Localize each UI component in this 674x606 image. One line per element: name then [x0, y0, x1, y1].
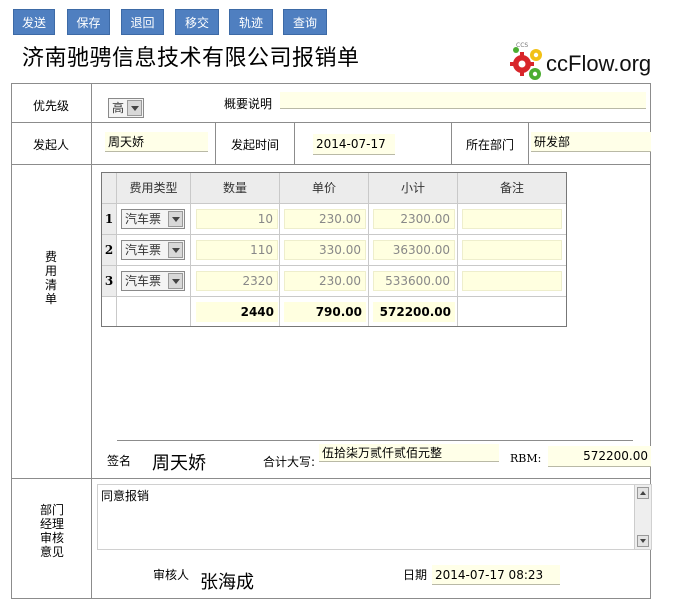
qty-input[interactable]: 110 [196, 240, 278, 260]
reviewer-label: 审核人 [153, 568, 190, 582]
chevron-down-icon [168, 211, 183, 227]
qty-input[interactable]: 10 [196, 209, 278, 229]
rbm-label: RBM: [510, 452, 542, 465]
reviewer-value: 张海成 [200, 572, 254, 593]
subtotal-input[interactable]: 533600.00 [373, 271, 455, 291]
header-corner [102, 173, 117, 204]
header-qty: 数量 [191, 173, 280, 204]
approval-label-line: 意见 [39, 545, 64, 559]
save-button[interactable]: 保存 [67, 9, 110, 35]
subtotal-input[interactable]: 36300.00 [373, 240, 455, 260]
price-input[interactable]: 230.00 [284, 271, 366, 291]
initiator-field[interactable]: 周天娇 [105, 132, 208, 152]
table-cell [458, 297, 566, 326]
row-number: 3 [102, 266, 117, 297]
note-input[interactable] [462, 240, 562, 260]
logo-text: ccFlow.org [546, 51, 652, 76]
summary-input[interactable] [280, 92, 646, 109]
expense-type-select[interactable]: 汽车票 [121, 271, 185, 291]
expense-type-select[interactable]: 汽车票 [121, 209, 185, 229]
opinion-textarea[interactable]: 同意报销 [97, 484, 652, 550]
price-input[interactable]: 330.00 [284, 240, 366, 260]
ccflow-logo: CCS ccFlow.org [508, 42, 658, 84]
frame-line [528, 122, 529, 164]
page-title: 济南驰骋信息技术有限公司报销单 [22, 46, 360, 71]
expense-type-value: 汽车票 [125, 212, 162, 226]
date-label: 日期 [403, 568, 428, 582]
expense-label-char: 单 [44, 292, 57, 306]
expense-type-value: 汽车票 [125, 274, 162, 288]
sign-value: 周天娇 [152, 453, 206, 474]
query-button[interactable]: 查询 [283, 9, 327, 35]
qty-total: 2440 [196, 302, 278, 322]
header-subtotal: 小计 [369, 173, 458, 204]
summary-label: 概要说明 [223, 97, 272, 111]
priority-select[interactable]: 高 [108, 98, 144, 118]
logo-small-text: CCS [516, 42, 529, 49]
return-button[interactable]: 退回 [121, 9, 164, 35]
expense-label-char: 用 [44, 264, 57, 278]
expense-type-value: 汽车票 [125, 243, 162, 257]
frame-line [11, 478, 651, 479]
total-caps-field[interactable]: 伍拾柒万贰仟贰佰元整 [319, 444, 499, 462]
chevron-down-icon [168, 273, 183, 289]
row-number: 1 [102, 204, 117, 235]
gears-icon [510, 47, 542, 80]
header-note: 备注 [458, 173, 566, 204]
frame-line [11, 83, 651, 84]
qty-input[interactable]: 2320 [196, 271, 278, 291]
send-button[interactable]: 发送 [13, 9, 55, 35]
approval-label-line: 部门 [39, 503, 64, 517]
frame-line [294, 122, 295, 164]
track-button[interactable]: 轨迹 [229, 9, 273, 35]
note-input[interactable] [462, 271, 562, 291]
start-time-label: 发起时间 [230, 138, 279, 152]
scroll-down-icon[interactable] [637, 535, 649, 547]
expense-section-label: 费 用 清 单 [44, 250, 58, 306]
header-price: 单价 [280, 173, 369, 204]
frame-line [11, 83, 12, 598]
separator-line [117, 440, 633, 441]
date-field[interactable]: 2014-07-17 08:23 [432, 565, 560, 585]
dept-field[interactable]: 研发部 [531, 132, 651, 152]
frame-line [11, 164, 651, 165]
table-cell [117, 297, 191, 326]
price-total: 790.00 [284, 302, 366, 322]
frame-line [11, 122, 651, 123]
total-caps-label: 合计大写: [263, 455, 316, 469]
table-cell [102, 297, 117, 326]
approval-label-line: 经理 [39, 517, 64, 531]
frame-line [11, 598, 651, 599]
scroll-up-icon[interactable] [637, 487, 649, 499]
opinion-text: 同意报销 [101, 489, 150, 503]
dept-label: 所在部门 [465, 138, 514, 152]
start-time-field[interactable]: 2014-07-17 [313, 134, 395, 155]
header-type: 费用类型 [117, 173, 191, 204]
note-input[interactable] [462, 209, 562, 229]
expense-label-char: 清 [44, 278, 57, 292]
priority-value: 高 [112, 101, 125, 115]
subtotal-input[interactable]: 2300.00 [373, 209, 455, 229]
expense-type-select[interactable]: 汽车票 [121, 240, 185, 260]
rbm-field[interactable]: 572200.00 [548, 446, 651, 467]
chevron-down-icon [168, 242, 183, 258]
initiator-label: 发起人 [32, 138, 69, 152]
row-number: 2 [102, 235, 117, 266]
expense-label-char: 费 [44, 250, 57, 264]
subtotal-total: 572200.00 [373, 302, 455, 322]
scrollbar[interactable] [634, 485, 651, 549]
frame-line [91, 83, 92, 598]
sign-label: 签名 [107, 454, 132, 468]
approval-section-label: 部门 经理 审核 意见 [38, 503, 66, 559]
price-input[interactable]: 230.00 [284, 209, 366, 229]
transfer-button[interactable]: 移交 [175, 9, 219, 35]
priority-label: 优先级 [32, 99, 69, 113]
approval-label-line: 审核 [39, 531, 64, 545]
chevron-down-icon [127, 100, 142, 116]
